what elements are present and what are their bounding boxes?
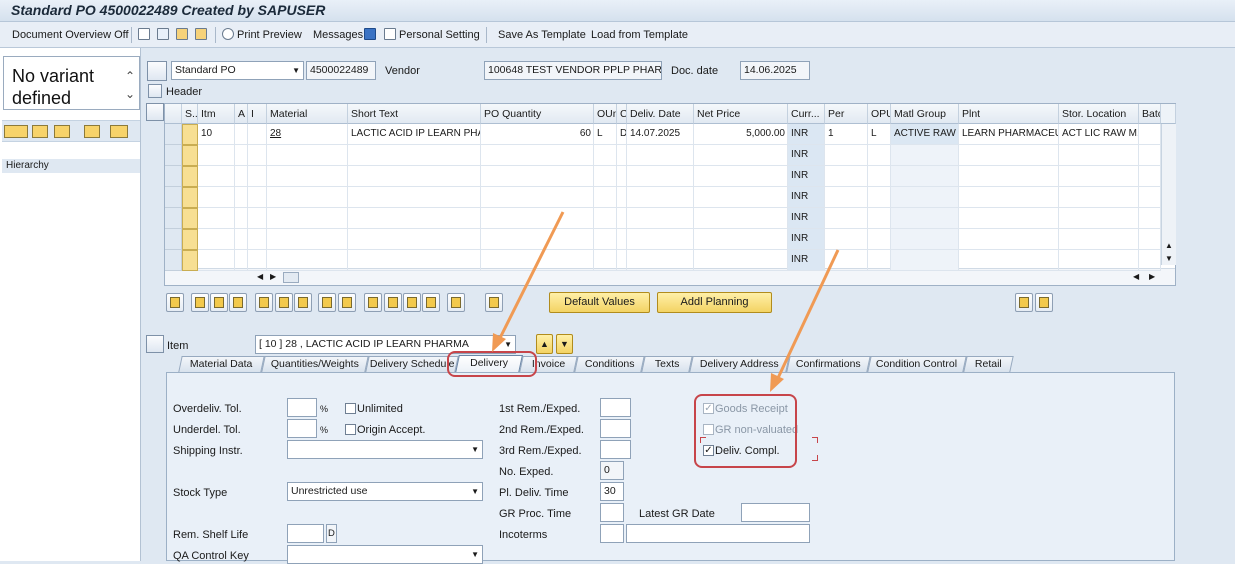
grid-action-icon[interactable]: [447, 293, 465, 312]
grid-action-glyph: [426, 297, 436, 308]
grid-action-icon[interactable]: [485, 293, 503, 312]
grid-action-glyph: [368, 297, 378, 308]
grid-action-glyph: [233, 297, 243, 308]
grid-action-icon[interactable]: [294, 293, 312, 312]
annotation-arrows: [492, 211, 840, 392]
grid-action-glyph: [170, 297, 180, 308]
grid-action-glyph: [195, 297, 205, 308]
grid-action-glyph: [322, 297, 332, 308]
annotation-arrow: [776, 249, 840, 379]
grid-action-glyph: [451, 297, 461, 308]
grid-action-icon[interactable]: [275, 293, 293, 312]
grid-action-icon[interactable]: [191, 293, 209, 312]
grid-action-icon[interactable]: [166, 293, 184, 312]
grid-action-icon[interactable]: [210, 293, 228, 312]
grid-action-glyph: [214, 297, 224, 308]
grid-action-glyph: [407, 297, 417, 308]
grid-action-glyph: [298, 297, 308, 308]
grid-action-icon[interactable]: [318, 293, 336, 312]
grid-action-glyph: [279, 297, 289, 308]
grid-action-icon[interactable]: [255, 293, 273, 312]
annotation-arrowhead: [492, 333, 506, 352]
grid-action-glyph: [342, 297, 352, 308]
grid-action-glyph: [489, 297, 499, 308]
annotation-arrow: [498, 211, 565, 339]
grid-action-glyph: [388, 297, 398, 308]
grid-action-glyph: [259, 297, 269, 308]
grid-action-icon[interactable]: [229, 293, 247, 312]
grid-action-icon[interactable]: [384, 293, 402, 312]
grid-action-icon[interactable]: [422, 293, 440, 312]
grid-action-icon[interactable]: [403, 293, 421, 312]
annotation-arrowhead: [770, 373, 784, 392]
grid-action-icon[interactable]: [338, 293, 356, 312]
grid-action-icon[interactable]: [364, 293, 382, 312]
